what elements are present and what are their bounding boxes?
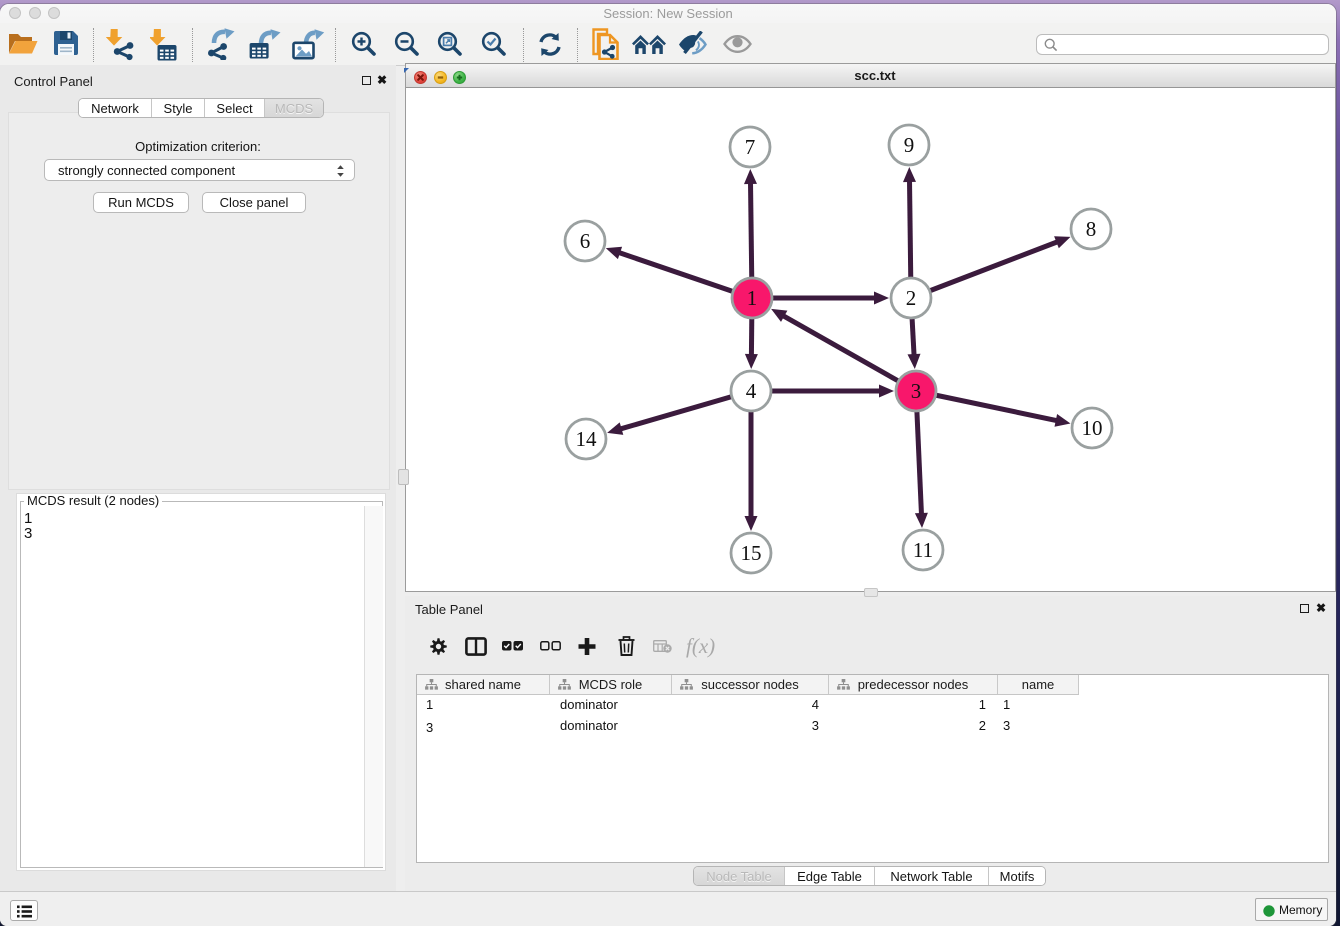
svg-text:14: 14 bbox=[576, 427, 598, 451]
svg-text:1: 1 bbox=[747, 286, 758, 310]
svg-text:11: 11 bbox=[913, 538, 933, 562]
svg-text:15: 15 bbox=[741, 541, 762, 565]
svg-text:7: 7 bbox=[745, 135, 756, 159]
svg-text:10: 10 bbox=[1082, 416, 1103, 440]
svg-text:2: 2 bbox=[906, 286, 917, 310]
svg-text:3: 3 bbox=[911, 379, 922, 403]
svg-text:9: 9 bbox=[904, 133, 915, 157]
svg-text:6: 6 bbox=[580, 229, 591, 253]
svg-text:8: 8 bbox=[1086, 217, 1097, 241]
svg-text:4: 4 bbox=[746, 379, 757, 403]
